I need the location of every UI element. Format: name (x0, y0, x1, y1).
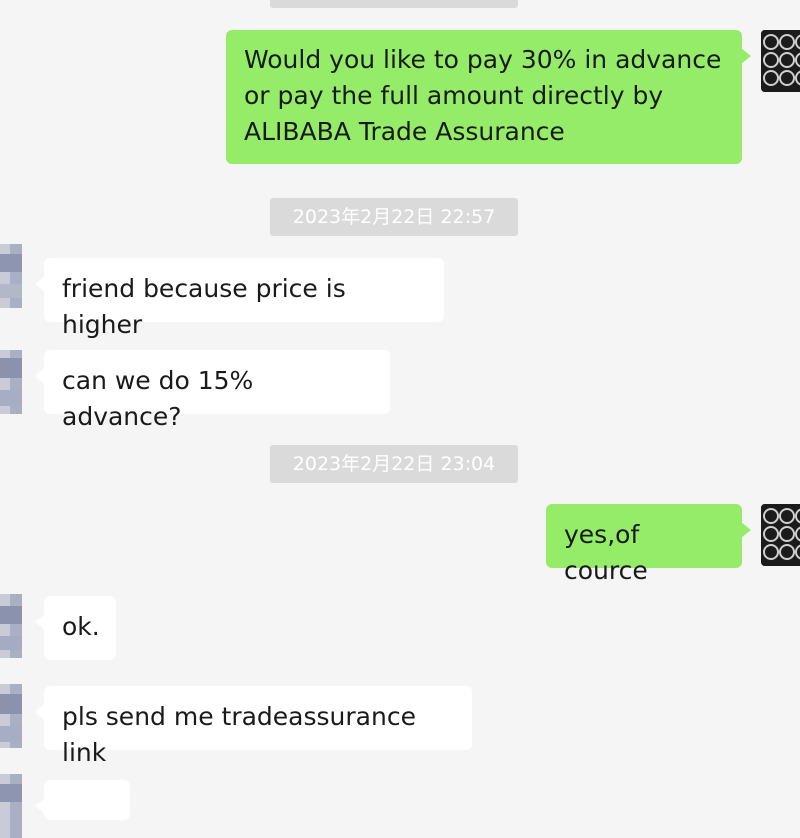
timestamp-pill: 2023年2月22日 22:57 (270, 198, 518, 236)
contact-avatar-icon[interactable] (0, 244, 22, 308)
contact-avatar-icon[interactable] (0, 774, 22, 838)
contact-avatar-icon[interactable] (0, 594, 22, 658)
contact-avatar-icon[interactable] (0, 350, 22, 414)
incoming-message[interactable]: ok. (35, 596, 116, 660)
self-avatar-icon[interactable] (761, 30, 800, 92)
incoming-message[interactable]: pls send me tradeassurance link (35, 686, 472, 767)
incoming-message[interactable] (35, 780, 130, 820)
incoming-message[interactable]: friend because price is higher (35, 258, 444, 339)
outgoing-message[interactable]: yes,of cource (546, 504, 751, 585)
outgoing-message[interactable]: Would you like to pay 30% in advance or … (226, 30, 751, 164)
timestamp-pill-partial (270, 0, 518, 8)
incoming-message[interactable]: can we do 15% advance? (35, 350, 390, 431)
self-avatar-icon[interactable] (761, 504, 800, 566)
timestamp-pill: 2023年2月22日 23:04 (270, 445, 518, 483)
contact-avatar-icon[interactable] (0, 684, 22, 748)
